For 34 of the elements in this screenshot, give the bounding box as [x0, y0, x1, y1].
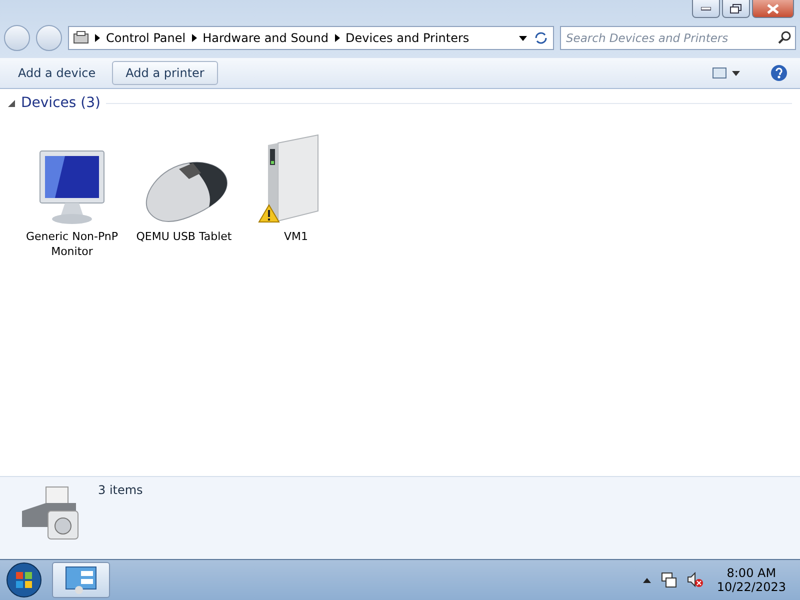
close-button[interactable] [752, 0, 794, 18]
search-field[interactable]: Search Devices and Printers [560, 26, 796, 50]
chevron-right-icon [334, 34, 340, 42]
clock[interactable]: 8:00 AM 10/22/2023 [716, 566, 786, 594]
device-label[interactable]: Generic Non-PnP Monitor [22, 229, 122, 259]
breadcrumb-item[interactable]: Hardware and Sound [202, 31, 329, 45]
help-icon[interactable] [770, 64, 788, 82]
address-bar[interactable]: Control Panel Hardware and Sound Devices and Printers [68, 26, 554, 50]
breadcrumb-item[interactable]: Devices and Printers [346, 31, 470, 45]
breadcrumb-item[interactable]: Control Panel [106, 31, 186, 45]
search-icon [778, 31, 791, 44]
monitor-icon [37, 149, 107, 225]
device-label[interactable]: VM1 [284, 229, 308, 244]
item-count: 3 items [98, 483, 143, 499]
refresh-icon[interactable] [533, 31, 549, 45]
control-panel-icon [65, 566, 97, 594]
toolbar-button[interactable]: Add a device [4, 61, 110, 85]
chevron-right-icon [95, 34, 100, 42]
close-icon [767, 4, 779, 14]
restore-icon [730, 4, 742, 14]
minimize-icon [701, 6, 711, 10]
dropdown-arrow-icon[interactable] [519, 36, 527, 40]
device-label[interactable]: QEMU USB Tablet [136, 229, 232, 244]
minimize-button[interactable] [692, 0, 720, 18]
collapse-triangle-icon[interactable] [8, 100, 15, 106]
start-button[interactable] [4, 562, 44, 598]
start-orb-icon [6, 562, 42, 598]
chevron-right-icon [192, 34, 197, 42]
show-hidden-icons-icon[interactable] [642, 578, 651, 582]
restore-button[interactable] [722, 0, 750, 18]
toolbar-button[interactable]: Add a printer [112, 61, 218, 85]
taskbar-app-button[interactable] [52, 562, 110, 598]
group-header[interactable]: Devices (3) [21, 95, 100, 111]
speaker-muted-icon[interactable] [686, 572, 703, 588]
